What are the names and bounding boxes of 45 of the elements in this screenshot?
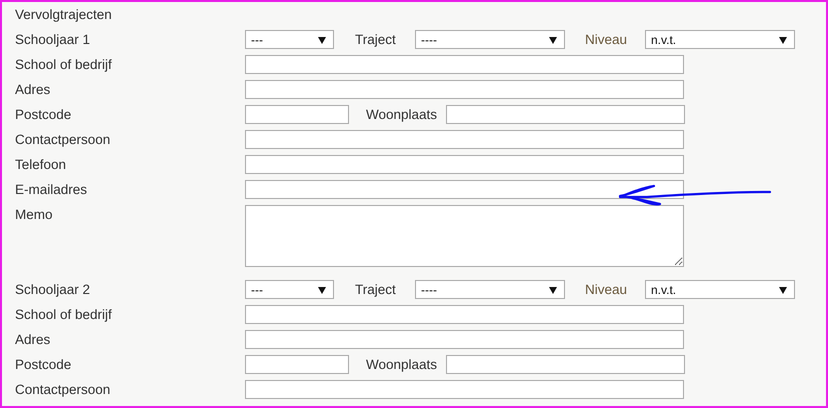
field-label: Postcode — [15, 107, 72, 122]
caret-icon — [779, 286, 787, 294]
field-label: Adres — [15, 332, 52, 347]
field-label: Contactpersoon — [15, 382, 112, 397]
field-label: Memo — [15, 206, 54, 224]
caret-icon — [318, 286, 326, 294]
field-label: Contactpersoon — [15, 132, 112, 147]
dropdown[interactable]: --- — [245, 280, 334, 299]
dropdown[interactable]: n.v.t. — [645, 30, 795, 49]
input-field[interactable] — [446, 355, 685, 374]
dropdown[interactable]: ---- — [415, 280, 565, 299]
input-field[interactable] — [245, 180, 684, 199]
caret-icon — [549, 286, 557, 294]
section-title: Vervolgtrajecten — [15, 7, 113, 22]
field-label: Niveau — [585, 282, 628, 297]
field-label: Traject — [355, 32, 397, 47]
field-label: Schooljaar 2 — [15, 282, 92, 297]
dropdown[interactable]: --- — [245, 30, 334, 49]
input-field[interactable] — [245, 380, 684, 399]
field-label: Postcode — [15, 357, 72, 372]
input-field[interactable] — [245, 355, 349, 374]
field-label: Schooljaar 1 — [15, 32, 92, 47]
caret-icon — [318, 36, 326, 44]
caret-icon — [779, 36, 787, 44]
input-field[interactable] — [245, 305, 684, 324]
text-area[interactable] — [245, 205, 684, 267]
field-label: Telefoon — [15, 157, 68, 172]
input-field[interactable] — [245, 130, 684, 149]
field-label: School of bedrijf — [15, 57, 113, 72]
input-field[interactable] — [245, 80, 684, 99]
input-field[interactable] — [245, 55, 684, 74]
dropdown[interactable]: ---- — [415, 30, 565, 49]
input-field[interactable] — [245, 105, 349, 124]
input-field[interactable] — [245, 155, 684, 174]
field-label: E-mailadres — [15, 182, 88, 197]
input-field[interactable] — [245, 330, 684, 349]
input-field[interactable] — [446, 105, 685, 124]
field-label: Niveau — [585, 32, 628, 47]
field-label: School of bedrijf — [15, 307, 113, 322]
dropdown[interactable]: n.v.t. — [645, 280, 795, 299]
field-label: Adres — [15, 82, 52, 97]
field-label: Traject — [355, 282, 397, 297]
field-label: Woonplaats — [366, 357, 438, 372]
field-label: Woonplaats — [366, 107, 438, 122]
caret-icon — [549, 36, 557, 44]
